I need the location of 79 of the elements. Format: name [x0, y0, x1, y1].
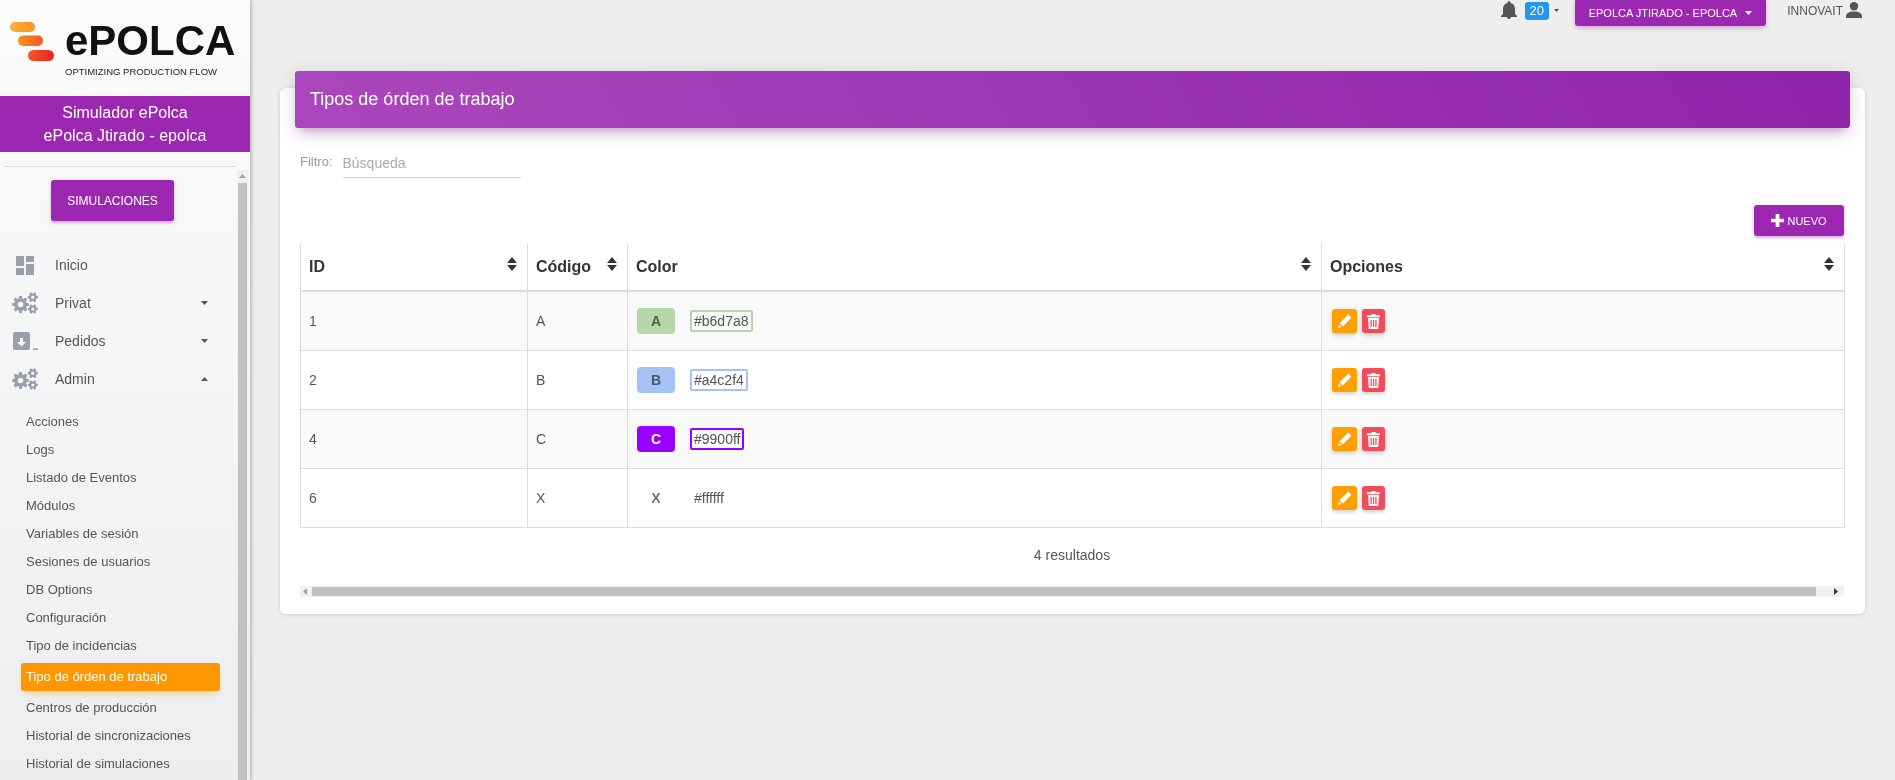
table-cell: 6: [300, 468, 528, 528]
banner-text: ePolca Jtirado - epolca: [43, 126, 207, 146]
table-cell: X: [527, 468, 628, 528]
color-hex-value: #9900ff: [690, 428, 745, 450]
color-badge: B: [637, 367, 675, 393]
user-name[interactable]: INNOVAIT: [1787, 4, 1843, 18]
caret-down-icon[interactable]: [1553, 9, 1559, 12]
submenu-item[interactable]: Historial de sincronizaciones: [21, 722, 220, 750]
table-cell: A: [527, 291, 628, 351]
trash-icon: [1367, 313, 1380, 329]
table-cell: 4: [300, 409, 528, 469]
pencil-icon: [1337, 373, 1352, 387]
vertical-scrollbar[interactable]: [237, 170, 248, 780]
submenu-item[interactable]: DB Options: [21, 576, 220, 604]
user-icon[interactable]: [1846, 2, 1862, 18]
menu-item[interactable]: Admin: [0, 360, 237, 398]
delete-button[interactable]: [1362, 309, 1385, 333]
scrollbar-thumb[interactable]: [238, 183, 247, 780]
caret-right-icon[interactable]: [1834, 588, 1838, 595]
logo-bars-icon: [10, 22, 54, 61]
trash-icon: [1367, 431, 1380, 447]
new-button[interactable]: NUEVO: [1754, 205, 1844, 236]
color-badge: A: [637, 308, 675, 334]
submenu-item[interactable]: Tipo de incidencias: [21, 632, 220, 660]
account-menu-button[interactable]: EPOLCA JTIRADO - EPOLCA: [1574, 0, 1767, 26]
sort-icon[interactable]: [507, 256, 517, 271]
table-cell: B: [527, 350, 628, 410]
submenu-item[interactable]: Variables de sesión: [21, 520, 220, 548]
filter-label: Filtro:: [300, 154, 333, 169]
menu-item[interactable]: Inicio: [0, 246, 237, 284]
submenu-item[interactable]: Acciones: [21, 408, 220, 436]
sort-icon[interactable]: [1824, 256, 1834, 271]
trash-icon: [1367, 372, 1380, 388]
caret-up-icon[interactable]: [239, 174, 246, 178]
result-count: 4 resultados: [1032, 547, 1112, 564]
edit-button[interactable]: [1332, 309, 1357, 333]
delete-button[interactable]: [1362, 486, 1385, 510]
delete-button[interactable]: [1362, 368, 1385, 392]
pencil-icon: [1337, 314, 1352, 328]
submenu-item[interactable]: Sesiones de usuarios: [21, 548, 220, 576]
sort-icon[interactable]: [1301, 256, 1311, 271]
submenu-item[interactable]: Listado de Eventos: [21, 464, 220, 492]
delete-button[interactable]: [1362, 427, 1385, 451]
table-cell: 2: [300, 350, 528, 410]
submenu-item[interactable]: Módulos: [21, 492, 220, 520]
submenu-item[interactable]: Logs: [21, 436, 220, 464]
color-badge: C: [637, 426, 675, 452]
page-title: Tipos de órden de trabajo: [310, 89, 515, 110]
pencil-icon: [1337, 491, 1352, 505]
gears-icon: [12, 292, 38, 314]
table-cell: C: [527, 409, 628, 469]
grid-icon: [16, 255, 34, 275]
plus-icon: [1771, 214, 1785, 227]
caret-down-icon: [1745, 11, 1753, 15]
logo-wordmark: ePOLCA: [65, 21, 236, 61]
submenu-item[interactable]: Historial de simulaciones: [21, 750, 220, 778]
box-arrow-icon: [12, 332, 38, 350]
caret-left-icon[interactable]: [303, 588, 307, 595]
edit-button[interactable]: [1332, 427, 1357, 451]
menu-item[interactable]: Pedidos: [0, 322, 237, 360]
submenu-item[interactable]: Centros de producción: [21, 694, 220, 722]
search-field[interactable]: Búsqueda: [342, 148, 521, 178]
bell-icon[interactable]: [1500, 1, 1517, 19]
edit-button[interactable]: [1332, 486, 1357, 510]
banner-text: Simulador ePolca: [62, 103, 188, 123]
logo-tagline: OPTIMIZING PRODUCTION FLOW: [65, 66, 217, 78]
pencil-icon: [1337, 432, 1352, 446]
horizontal-scrollbar[interactable]: [300, 586, 1844, 597]
color-hex-value: #b6d7a8: [690, 310, 753, 332]
sort-icon[interactable]: [607, 256, 617, 271]
gears-icon: [12, 368, 38, 390]
trash-icon: [1367, 490, 1380, 506]
color-hex-value: #a4c2f4: [690, 369, 748, 391]
edit-button[interactable]: [1332, 368, 1357, 392]
submenu-item[interactable]: Configuración: [21, 604, 220, 632]
table-cell: 1: [300, 291, 528, 351]
simulations-button[interactable]: SIMULACIONES: [51, 180, 174, 221]
scrollbar-thumb[interactable]: [312, 587, 1816, 596]
menu-item[interactable]: Privat: [0, 284, 237, 322]
